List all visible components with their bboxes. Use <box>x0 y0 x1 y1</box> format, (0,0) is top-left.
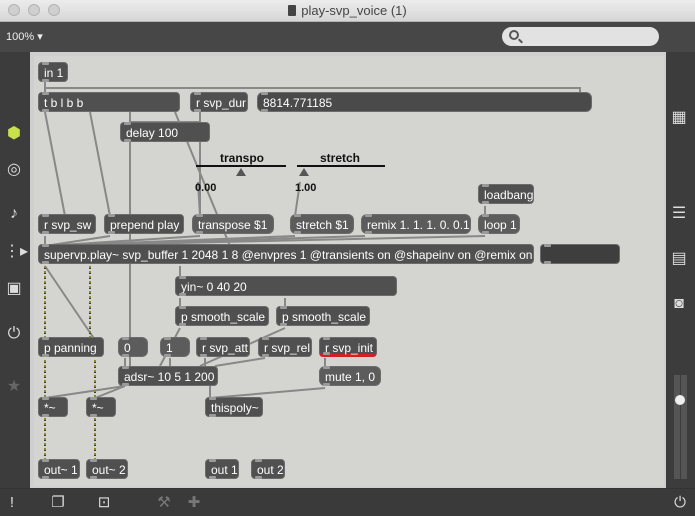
zoom-menu[interactable]: 100% ▾ <box>6 30 43 43</box>
search-input[interactable] <box>502 27 659 46</box>
out-2-object[interactable]: out 2 <box>251 459 285 479</box>
thispoly-object[interactable]: thispoly~ <box>205 397 263 417</box>
output-level-meter[interactable] <box>671 375 689 479</box>
meter-bar-left <box>674 375 680 479</box>
title-bar: play-svp_voice (1) <box>0 0 695 22</box>
windows-icon[interactable]: ❐ <box>48 494 68 512</box>
loadbang-object[interactable]: loadbang <box>478 184 534 204</box>
bottom-toolbar: ! ❐ ⊡ ⚒ ✚ ⏻ <box>0 488 695 516</box>
smooth-scale-left-object[interactable]: p smooth_scale <box>175 306 269 326</box>
supervp-extra-outlet-box[interactable] <box>540 244 620 264</box>
duration-number-box[interactable]: 8814.771185 <box>257 92 592 112</box>
max-patcher-window: play-svp_voice (1) 100% ▾ ⬢ ◎ ♪ ⋮▸ ▣ ⏻ ★… <box>0 0 695 516</box>
cube-icon[interactable]: ⬢ <box>4 124 24 144</box>
delay-object[interactable]: delay 100 <box>120 122 210 142</box>
plug-icon[interactable]: ⏻ <box>4 324 24 344</box>
sequencer-icon[interactable]: ⋮▸ <box>4 242 28 262</box>
stretch-message[interactable]: stretch $1 <box>290 214 354 234</box>
image-icon[interactable]: ▣ <box>4 279 24 299</box>
window-title-text: play-svp_voice (1) <box>301 3 407 18</box>
out-signal-1-object[interactable]: out~ 1 <box>38 459 80 479</box>
add-device-icon[interactable]: ✚ <box>184 494 204 512</box>
remix-message[interactable]: remix 1. 1. 1. 0. 0.1 <box>361 214 471 234</box>
power-icon[interactable]: ⏻ <box>670 494 690 512</box>
meter-bar-right <box>681 375 687 479</box>
receive-svp-init-object[interactable]: r svp_init <box>319 337 377 357</box>
mute-message[interactable]: mute 1, 0 <box>319 366 381 386</box>
transpose-message[interactable]: transpose $1 <box>192 214 274 234</box>
star-icon[interactable]: ★ <box>4 377 24 397</box>
transpo-slider-knob[interactable] <box>236 168 246 176</box>
transpo-label: transpo <box>220 151 265 165</box>
chevron-down-icon: ▾ <box>37 31 43 43</box>
zoom-level: 100% <box>6 31 35 43</box>
adsr-object[interactable]: adsr~ 10 5 1 200 <box>118 366 218 386</box>
loop-message[interactable]: loop 1 <box>478 214 520 234</box>
receive-svp-att-object[interactable]: r svp_att <box>196 337 250 357</box>
stretch-value: 1.00 <box>295 182 317 194</box>
receive-svp-dur-object[interactable]: r svp_dur <box>190 92 248 112</box>
transpo-slider[interactable] <box>196 165 286 167</box>
music-note-icon[interactable]: ♪ <box>4 204 24 224</box>
patcher-toolbar: 100% ▾ <box>0 22 695 52</box>
multiply-right-object[interactable]: *~ <box>86 397 116 417</box>
stretch-label: stretch <box>320 151 361 165</box>
left-sidebar: ⬢ ◎ ♪ ⋮▸ ▣ ⏻ ★ <box>0 52 30 488</box>
multiply-left-object[interactable]: *~ <box>38 397 68 417</box>
transpo-value: 0.00 <box>195 182 217 194</box>
document-icon <box>288 5 297 16</box>
panning-subpatch[interactable]: p panning <box>38 337 104 357</box>
out-1-object[interactable]: out 1 <box>205 459 239 479</box>
receive-svp-rel-object[interactable]: r svp_rel <box>258 337 312 357</box>
exclamation-icon[interactable]: ! <box>2 494 22 512</box>
book-icon[interactable]: ▤ <box>669 249 689 269</box>
trigger-object[interactable]: t b l b b <box>38 92 180 112</box>
search-icon <box>509 30 519 40</box>
window-title: play-svp_voice (1) <box>0 3 695 18</box>
in-1-object[interactable]: in 1 <box>38 62 68 82</box>
target-icon[interactable]: ◎ <box>4 160 24 180</box>
list-icon[interactable]: ☰ <box>669 204 689 224</box>
camera-icon[interactable]: ◙ <box>669 294 689 314</box>
receive-svp-sw-object[interactable]: r svp_sw <box>38 214 96 234</box>
hammer-icon[interactable]: ⚒ <box>154 494 174 512</box>
stretch-slider[interactable] <box>297 165 385 167</box>
grid-icon[interactable]: ▦ <box>669 108 689 128</box>
patcher-canvas[interactable] <box>34 56 664 486</box>
presentation-icon[interactable]: ⊡ <box>94 494 114 512</box>
out-signal-2-object[interactable]: out~ 2 <box>86 459 128 479</box>
smooth-scale-right-object[interactable]: p smooth_scale <box>276 306 370 326</box>
yin-object[interactable]: yin~ 0 40 20 <box>175 276 397 296</box>
prepend-play-object[interactable]: prepend play <box>104 214 184 234</box>
supervp-play-object[interactable]: supervp.play~ svp_buffer 1 2048 1 8 @env… <box>38 244 534 264</box>
one-message[interactable]: 1 <box>160 337 190 357</box>
zero-message[interactable]: 0 <box>118 337 148 357</box>
stretch-slider-knob[interactable] <box>299 168 309 176</box>
volume-knob[interactable] <box>675 395 685 405</box>
